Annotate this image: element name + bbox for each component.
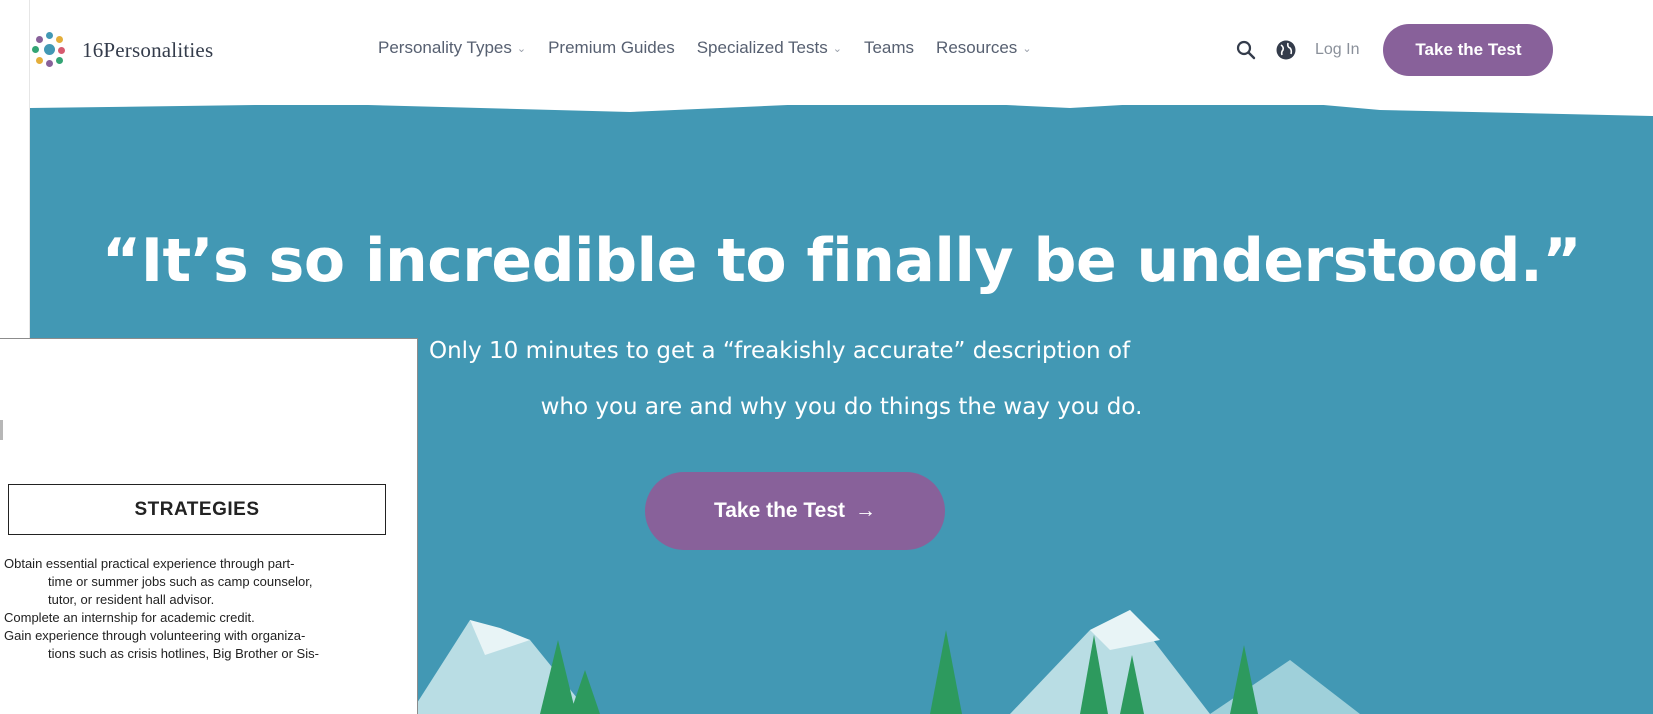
hero-headline: “It’s so incredible to finally be unders…	[101, 226, 1582, 296]
take-test-nav-button[interactable]: Take the Test	[1383, 24, 1554, 76]
document-overlay: STRATEGIES Obtain essential practical ex…	[0, 338, 418, 714]
login-link[interactable]: Log In	[1315, 41, 1359, 59]
background-page-edge	[0, 420, 3, 440]
navbar-wave-divider	[30, 80, 1653, 116]
nav-resources[interactable]: Resources ⌄	[936, 38, 1031, 58]
arrow-right-icon: →	[855, 499, 877, 522]
search-icon[interactable]	[1235, 39, 1257, 61]
chevron-down-icon: ⌄	[1022, 42, 1032, 55]
nav-actions: Log In Take the Test	[1235, 24, 1554, 76]
document-line: Complete an internship for academic cred…	[4, 610, 255, 625]
main-nav: Personality Types ⌄ Premium Guides Speci…	[378, 38, 1032, 58]
document-line: tutor, or resident hall advisor.	[48, 592, 215, 607]
document-line: time or summer jobs such as camp counsel…	[48, 574, 313, 589]
nav-label: Resources	[936, 38, 1018, 57]
nav-label: Teams	[863, 38, 915, 57]
brand-logo[interactable]: 16Personalities	[32, 28, 213, 72]
strategies-heading: STRATEGIES	[8, 484, 386, 535]
document-line: Gain experience through volunteering wit…	[4, 628, 306, 643]
take-test-hero-button[interactable]: Take the Test →	[645, 472, 945, 550]
nav-label: Personality Types	[378, 38, 512, 57]
strategies-list: Obtain essential practical experience th…	[4, 555, 414, 663]
document-line: Obtain essential practical experience th…	[4, 556, 295, 571]
nav-label: Premium Guides	[548, 38, 675, 57]
nav-specialized-tests[interactable]: Specialized Tests ⌄	[697, 38, 842, 58]
nav-teams[interactable]: Teams	[864, 38, 914, 58]
document-line: tions such as crisis hotlines, Big Broth…	[48, 646, 319, 661]
chevron-down-icon: ⌄	[516, 42, 527, 55]
nav-personality-types[interactable]: Personality Types ⌄	[378, 38, 526, 58]
nav-label: Specialized Tests	[696, 38, 828, 57]
brand-name: 16Personalities	[82, 37, 214, 62]
nav-premium-guides[interactable]: Premium Guides	[548, 38, 675, 58]
globe-icon[interactable]	[1275, 39, 1297, 61]
logo-dots-icon	[32, 28, 76, 72]
chevron-down-icon: ⌄	[832, 42, 842, 55]
hero-button-label: Take the Test	[713, 499, 846, 522]
